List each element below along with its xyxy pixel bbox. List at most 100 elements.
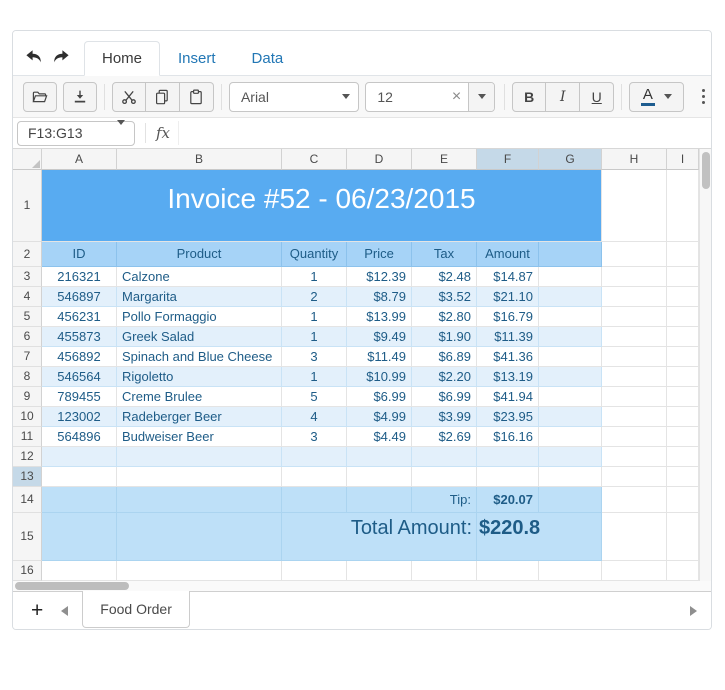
cell-F10[interactable]: $23.95 bbox=[477, 407, 539, 427]
cell-E5[interactable]: $2.80 bbox=[412, 307, 477, 327]
row-header-13[interactable]: 13 bbox=[13, 467, 42, 487]
font-family-dropdown[interactable]: Arial bbox=[228, 81, 360, 112]
open-button[interactable] bbox=[23, 81, 57, 112]
row-header-4[interactable]: 4 bbox=[13, 287, 42, 307]
cell-H2[interactable] bbox=[602, 242, 667, 267]
cell-I13[interactable] bbox=[667, 467, 699, 487]
cell-A10[interactable]: 123002 bbox=[42, 407, 117, 427]
cell-I16[interactable] bbox=[667, 561, 699, 581]
row-header-15[interactable]: 15 bbox=[13, 513, 42, 561]
cell-C7[interactable]: 3 bbox=[282, 347, 347, 367]
cell-I4[interactable] bbox=[667, 287, 699, 307]
row-header-3[interactable]: 3 bbox=[13, 267, 42, 287]
cell-A4[interactable]: 546897 bbox=[42, 287, 117, 307]
cell-H7[interactable] bbox=[602, 347, 667, 367]
cell-C9[interactable]: 5 bbox=[282, 387, 347, 407]
cell-B16[interactable] bbox=[117, 561, 282, 581]
cell-I5[interactable] bbox=[667, 307, 699, 327]
cell-E16[interactable] bbox=[412, 561, 477, 581]
cell-A7[interactable]: 456892 bbox=[42, 347, 117, 367]
cell-A14[interactable] bbox=[42, 487, 117, 513]
cell-A11[interactable]: 564896 bbox=[42, 427, 117, 447]
copy-button[interactable] bbox=[145, 81, 180, 112]
name-box-caret[interactable] bbox=[108, 120, 134, 141]
clear-icon[interactable]: × bbox=[445, 88, 468, 106]
cell-B11[interactable]: Budweiser Beer bbox=[117, 427, 282, 447]
cell-C16[interactable] bbox=[282, 561, 347, 581]
row-header-6[interactable]: 6 bbox=[13, 327, 42, 347]
cell-I2[interactable] bbox=[667, 242, 699, 267]
cut-button[interactable] bbox=[111, 81, 146, 112]
cell-C2[interactable]: Quantity bbox=[282, 242, 347, 267]
cell-D4[interactable]: $8.79 bbox=[347, 287, 412, 307]
cell-F16[interactable] bbox=[477, 561, 539, 581]
cell-A8[interactable]: 546564 bbox=[42, 367, 117, 387]
cell-H16[interactable] bbox=[602, 561, 667, 581]
col-header-A[interactable]: A bbox=[42, 149, 117, 170]
cell-C13[interactable] bbox=[282, 467, 347, 487]
col-header-G[interactable]: G bbox=[539, 149, 602, 170]
cell-G9[interactable] bbox=[539, 387, 602, 407]
cell-A3[interactable]: 216321 bbox=[42, 267, 117, 287]
cell-I7[interactable] bbox=[667, 347, 699, 367]
cell-H12[interactable] bbox=[602, 447, 667, 467]
cell-H11[interactable] bbox=[602, 427, 667, 447]
cell-E9[interactable]: $6.99 bbox=[412, 387, 477, 407]
cell-I9[interactable] bbox=[667, 387, 699, 407]
cell-F13[interactable] bbox=[477, 467, 539, 487]
cell-F3[interactable]: $14.87 bbox=[477, 267, 539, 287]
row-header-2[interactable]: 2 bbox=[13, 242, 42, 267]
cell-H8[interactable] bbox=[602, 367, 667, 387]
cell-E11[interactable]: $2.69 bbox=[412, 427, 477, 447]
cell-G13[interactable] bbox=[539, 467, 602, 487]
cell-C5[interactable]: 1 bbox=[282, 307, 347, 327]
cell-A5[interactable]: 456231 bbox=[42, 307, 117, 327]
cell-A6[interactable]: 455873 bbox=[42, 327, 117, 347]
cell-H5[interactable] bbox=[602, 307, 667, 327]
cell-D8[interactable]: $10.99 bbox=[347, 367, 412, 387]
cell-C12[interactable] bbox=[282, 447, 347, 467]
cell-E14[interactable]: Tip: bbox=[412, 487, 477, 513]
cell-I14[interactable] bbox=[667, 487, 699, 513]
vertical-scrollbar-thumb[interactable] bbox=[702, 152, 710, 189]
row-header-7[interactable]: 7 bbox=[13, 347, 42, 367]
paste-button[interactable] bbox=[179, 81, 214, 112]
cell-I3[interactable] bbox=[667, 267, 699, 287]
cell-C14[interactable] bbox=[282, 487, 347, 513]
sheet-tab-food-order[interactable]: Food Order bbox=[82, 591, 190, 628]
more-options-button[interactable] bbox=[696, 88, 712, 105]
cell-G5[interactable] bbox=[539, 307, 602, 327]
cell-I11[interactable] bbox=[667, 427, 699, 447]
font-size-caret-button[interactable] bbox=[468, 82, 495, 111]
export-button[interactable] bbox=[63, 81, 97, 112]
text-color-button[interactable]: A bbox=[629, 81, 684, 112]
cell-G14[interactable] bbox=[539, 487, 602, 513]
cell-E3[interactable]: $2.48 bbox=[412, 267, 477, 287]
cell-B7[interactable]: Spinach and Blue Cheese bbox=[117, 347, 282, 367]
cell-E2[interactable]: Tax bbox=[412, 242, 477, 267]
cell-D16[interactable] bbox=[347, 561, 412, 581]
cell-A12[interactable] bbox=[42, 447, 117, 467]
scroll-sheets-right-icon[interactable] bbox=[690, 605, 697, 616]
cell-A9[interactable]: 789455 bbox=[42, 387, 117, 407]
cell-H3[interactable] bbox=[602, 267, 667, 287]
cell-H9[interactable] bbox=[602, 387, 667, 407]
cell-D6[interactable]: $9.49 bbox=[347, 327, 412, 347]
cell-G6[interactable] bbox=[539, 327, 602, 347]
cell-B2[interactable]: Product bbox=[117, 242, 282, 267]
cell-D3[interactable]: $12.39 bbox=[347, 267, 412, 287]
tab-home[interactable]: Home bbox=[84, 41, 161, 76]
cell-I8[interactable] bbox=[667, 367, 699, 387]
cell-G16[interactable] bbox=[539, 561, 602, 581]
cell-B8[interactable]: Rigoletto bbox=[117, 367, 282, 387]
cell-F12[interactable] bbox=[477, 447, 539, 467]
horizontal-scrollbar-thumb[interactable] bbox=[15, 582, 129, 590]
cell-H15[interactable] bbox=[602, 513, 667, 561]
row-header-10[interactable]: 10 bbox=[13, 407, 42, 427]
cell-D12[interactable] bbox=[347, 447, 412, 467]
cell-H10[interactable] bbox=[602, 407, 667, 427]
cell-A13[interactable] bbox=[42, 467, 117, 487]
cell-I6[interactable] bbox=[667, 327, 699, 347]
cell-D5[interactable]: $13.99 bbox=[347, 307, 412, 327]
cell-H14[interactable] bbox=[602, 487, 667, 513]
